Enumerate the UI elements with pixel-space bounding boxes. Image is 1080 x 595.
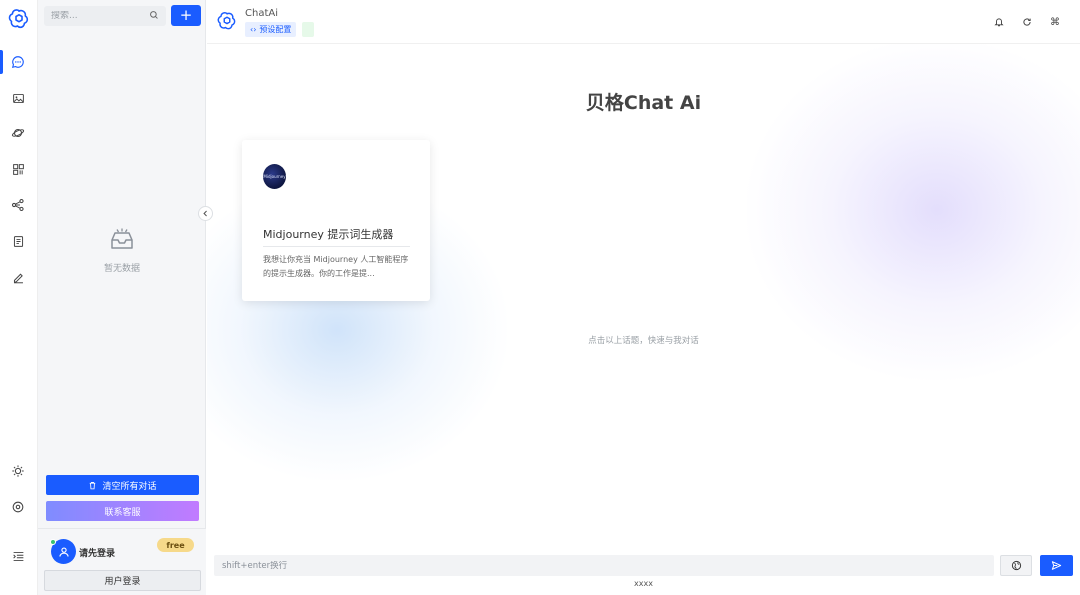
topic-hint: 点击以上话题，快速与我对话 xyxy=(588,336,699,346)
collapse-sidebar-button[interactable] xyxy=(198,206,213,221)
active-indicator xyxy=(0,50,3,74)
message-input-box[interactable] xyxy=(214,555,994,576)
sun-icon[interactable] xyxy=(9,462,27,480)
user-name: 请先登录 xyxy=(79,549,116,559)
plan-badge: free xyxy=(157,538,194,552)
planet-icon[interactable] xyxy=(9,124,27,142)
app-title: ChatAi xyxy=(245,8,278,19)
chevron-left-icon xyxy=(203,210,207,217)
session-sidebar: + 暂无数据 清空所有对话 联系客服 请先登录 free 用户登录 xyxy=(38,0,206,595)
empty-state: 暂无数据 xyxy=(38,228,206,274)
globe-icon xyxy=(1011,560,1021,571)
page-title: 贝格Chat Ai xyxy=(585,92,702,114)
user-login-button[interactable]: 用户登录 xyxy=(44,570,201,591)
send-icon xyxy=(1051,561,1062,570)
send-button[interactable] xyxy=(1040,555,1073,576)
card-description: 我想让你充当 Midjourney 人工智能程序的提示生成器。你的工作是提... xyxy=(263,255,409,278)
chat-header: ChatAi ‹› 预设配置 ⌘ xyxy=(207,0,1080,44)
search-icon[interactable] xyxy=(149,10,159,23)
edit-icon[interactable] xyxy=(9,268,27,286)
card-title: Midjourney 提示词生成器 xyxy=(263,226,410,247)
code-icon: ‹› xyxy=(250,25,257,34)
image-icon[interactable] xyxy=(9,89,27,107)
user-panel: 请先登录 free 用户登录 xyxy=(38,528,206,595)
icon-rail xyxy=(0,0,38,595)
menu-collapse-icon[interactable] xyxy=(9,547,27,565)
add-session-button[interactable]: + xyxy=(171,5,201,26)
trash-icon xyxy=(90,481,96,489)
status-tag xyxy=(302,22,314,37)
chat-logo-icon xyxy=(217,12,236,30)
avatar[interactable] xyxy=(50,539,76,564)
network-toggle-button[interactable] xyxy=(1000,555,1032,576)
prompt-card[interactable]: Midjourney Midjourney 提示词生成器 我想让你充当 Midj… xyxy=(242,140,430,301)
message-input[interactable] xyxy=(222,560,986,571)
user-icon xyxy=(58,546,69,557)
openai-logo-icon[interactable] xyxy=(7,8,31,32)
share-icon[interactable] xyxy=(9,196,27,214)
footer-text: xxxx xyxy=(634,579,653,588)
search-input[interactable] xyxy=(51,11,141,21)
empty-text: 暂无数据 xyxy=(103,264,140,274)
online-status-dot xyxy=(50,539,56,545)
bell-icon[interactable] xyxy=(990,13,1008,31)
settings-icon[interactable] xyxy=(9,498,27,516)
apps-icon[interactable] xyxy=(9,160,27,178)
chat-main: ChatAi ‹› 预设配置 ⌘ 贝格Chat Ai Midjourney Mi… xyxy=(207,0,1080,595)
clear-all-button[interactable]: 清空所有对话 xyxy=(46,475,199,495)
search-box[interactable] xyxy=(44,6,166,26)
refresh-icon[interactable] xyxy=(1018,13,1036,31)
chat-icon[interactable] xyxy=(9,53,27,71)
preset-config-button[interactable]: ‹› 预设配置 xyxy=(245,22,297,37)
clear-all-label: 清空所有对话 xyxy=(102,481,157,492)
preset-config-label: 预设配置 xyxy=(259,25,292,34)
contact-support-button[interactable]: 联系客服 xyxy=(46,501,199,521)
document-icon[interactable] xyxy=(9,232,27,250)
empty-inbox-icon xyxy=(111,228,133,249)
card-avatar: Midjourney xyxy=(263,164,286,189)
command-icon[interactable]: ⌘ xyxy=(1046,13,1064,31)
